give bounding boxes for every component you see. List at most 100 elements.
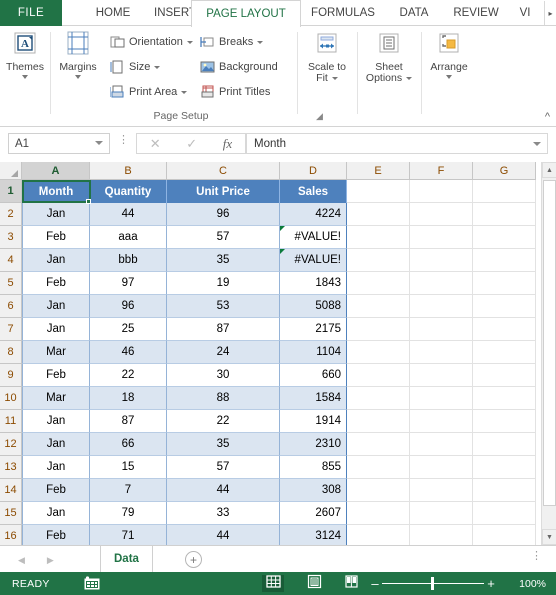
tab-review[interactable]: REVIEW [443,0,509,26]
empty-cell[interactable] [410,525,473,545]
breaks-chevron-down-icon[interactable] [257,40,264,44]
table-cell[interactable]: Jan [22,295,90,318]
table-cell[interactable]: 57 [167,456,280,479]
enter-check-icon[interactable]: ✓ [186,136,197,152]
table-cell[interactable]: #VALUE! [280,249,347,272]
tab-home[interactable]: HOME [82,0,144,26]
row-header-12[interactable]: 12 [0,433,22,456]
table-header-cell[interactable]: Unit Price [167,180,280,203]
table-cell[interactable]: 88 [167,387,280,410]
table-header-cell[interactable]: Sales [280,180,347,203]
table-cell[interactable]: 35 [167,433,280,456]
table-cell[interactable]: 96 [167,203,280,226]
empty-cell[interactable] [473,180,536,203]
nav-prev-icon[interactable]: ◀ [18,555,25,566]
table-cell[interactable]: 1104 [280,341,347,364]
table-cell[interactable]: 1584 [280,387,347,410]
sheet-tab-data[interactable]: Data [100,546,153,573]
column-header-a[interactable]: A [22,162,90,180]
table-cell[interactable]: Feb [22,479,90,502]
empty-cell[interactable] [347,295,410,318]
empty-cell[interactable] [473,226,536,249]
empty-cell[interactable] [347,180,410,203]
table-cell[interactable]: 4224 [280,203,347,226]
table-cell[interactable]: 53 [167,295,280,318]
empty-cell[interactable] [410,341,473,364]
sheet-options-chevron-down-icon[interactable] [406,76,413,80]
table-cell[interactable]: Jan [22,433,90,456]
empty-cell[interactable] [410,180,473,203]
table-cell[interactable]: 660 [280,364,347,387]
themes-button[interactable]: A Themes [0,30,50,79]
table-cell[interactable]: 44 [167,479,280,502]
table-cell[interactable]: 96 [90,295,167,318]
zoom-slider-thumb[interactable] [431,577,434,590]
table-cell[interactable]: 35 [167,249,280,272]
table-cell[interactable]: 3124 [280,525,347,545]
empty-cell[interactable] [347,525,410,545]
error-indicator-icon[interactable] [280,249,285,254]
table-cell[interactable]: 2607 [280,502,347,525]
empty-cell[interactable] [410,203,473,226]
empty-cell[interactable] [473,387,536,410]
empty-cell[interactable] [410,364,473,387]
ribbon-collapse-chevron-up-icon[interactable]: ^ [545,111,550,123]
table-cell[interactable]: 79 [90,502,167,525]
table-cell[interactable]: 97 [90,272,167,295]
orientation-button[interactable]: Orientation [109,34,193,50]
table-cell[interactable]: 2175 [280,318,347,341]
table-cell[interactable]: 30 [167,364,280,387]
empty-cell[interactable] [410,410,473,433]
empty-cell[interactable] [473,479,536,502]
empty-cell[interactable] [347,341,410,364]
table-cell[interactable]: Feb [22,525,90,545]
table-cell[interactable]: Feb [22,364,90,387]
row-header-6[interactable]: 6 [0,295,22,318]
table-cell[interactable]: 7 [90,479,167,502]
table-cell[interactable]: Mar [22,387,90,410]
empty-cell[interactable] [410,318,473,341]
table-cell[interactable]: 24 [167,341,280,364]
print-titles-button[interactable]: Print Titles [199,84,270,100]
empty-cell[interactable] [473,456,536,479]
table-cell[interactable]: 44 [90,203,167,226]
table-cell[interactable]: aaa [90,226,167,249]
size-chevron-down-icon[interactable] [154,65,161,69]
empty-cell[interactable] [410,433,473,456]
empty-cell[interactable] [410,272,473,295]
empty-cell[interactable] [410,387,473,410]
table-cell[interactable]: 18 [90,387,167,410]
arrange-chevron-down-icon[interactable] [446,75,452,79]
row-header-13[interactable]: 13 [0,456,22,479]
table-cell[interactable]: Mar [22,341,90,364]
row-header-2[interactable]: 2 [0,203,22,226]
empty-cell[interactable] [410,295,473,318]
column-header-g[interactable]: G [473,162,536,180]
fx-icon[interactable]: fx [223,136,232,152]
row-header-14[interactable]: 14 [0,479,22,502]
row-header-5[interactable]: 5 [0,272,22,295]
formula-bar-grip[interactable]: ⋮ [118,135,129,146]
table-cell[interactable]: Jan [22,249,90,272]
fill-handle[interactable] [86,199,91,204]
table-cell[interactable]: 308 [280,479,347,502]
row-header-16[interactable]: 16 [0,525,22,545]
tab-page-layout[interactable]: PAGE LAYOUT [191,0,301,27]
table-cell[interactable]: Jan [22,318,90,341]
cancel-x-icon[interactable]: ✕ [150,136,161,152]
empty-cell[interactable] [410,479,473,502]
zoom-slider[interactable] [382,572,484,595]
macro-record-icon[interactable] [84,576,100,591]
scale-to-fit-chevron-down-icon[interactable] [331,76,338,80]
empty-cell[interactable] [347,249,410,272]
row-header-7[interactable]: 7 [0,318,22,341]
table-cell[interactable]: 87 [90,410,167,433]
table-cell[interactable]: Jan [22,456,90,479]
row-header-1[interactable]: 1 [0,180,22,203]
empty-cell[interactable] [410,456,473,479]
empty-cell[interactable] [473,272,536,295]
add-sheet-icon[interactable]: + [185,551,202,568]
row-header-8[interactable]: 8 [0,341,22,364]
page-break-view-button[interactable] [340,574,362,592]
nav-next-icon[interactable]: ▶ [47,555,54,566]
